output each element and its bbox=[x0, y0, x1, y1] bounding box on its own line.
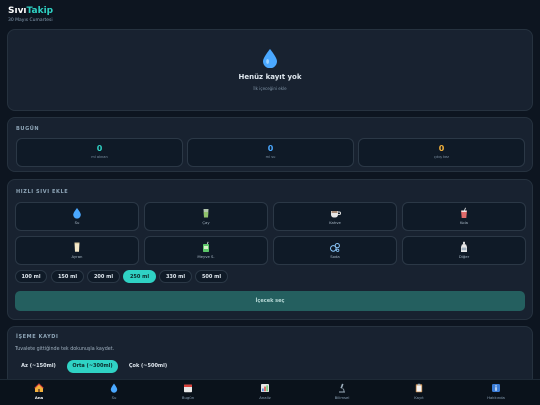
chart-icon bbox=[261, 384, 269, 392]
water-drop-icon bbox=[110, 383, 118, 393]
urination-log-card: İŞEME KAYDI bbox=[7, 326, 533, 386]
bubbles-icon bbox=[330, 243, 340, 252]
stat-water-value: 0 bbox=[267, 144, 274, 153]
nav-item-about[interactable]: Hakkında bbox=[463, 383, 529, 400]
stat-intake-label: ml alınan bbox=[91, 155, 108, 159]
bottom-nav: Ana Su Bugün Analiz Bilimsel Kayıt Hakkı… bbox=[0, 379, 540, 405]
stat-water-label: ml su bbox=[265, 155, 276, 159]
empty-state-subtitle: İlk içeceğini ekle bbox=[253, 86, 287, 91]
size-chip-200[interactable]: 200 ml bbox=[87, 270, 120, 283]
water-drop-icon bbox=[73, 208, 81, 219]
drink-water[interactable]: Su bbox=[15, 202, 139, 231]
drink-label: Ayran bbox=[71, 254, 83, 259]
size-chip-330[interactable]: 330 ml bbox=[159, 270, 192, 283]
nav-label: Ana bbox=[34, 395, 44, 400]
nav-item-science[interactable]: Bilimsel bbox=[309, 383, 375, 400]
water-drop-icon bbox=[263, 49, 277, 68]
stat-output-label: çıkış kez bbox=[433, 155, 450, 159]
empty-state-title: Henüz kayıt yok bbox=[238, 73, 302, 81]
nav-label: Bugün bbox=[181, 395, 195, 400]
drink-label: Diğer bbox=[458, 254, 470, 259]
today-card: BUGÜN 0 ml alınan 0 ml su 0 çıkış kez bbox=[7, 117, 533, 172]
size-chip-250[interactable]: 250 ml bbox=[123, 270, 156, 283]
drink-other[interactable]: Diğer bbox=[402, 236, 526, 265]
nav-label: Kayıt bbox=[414, 395, 424, 400]
drink-juice[interactable]: Meyve S. bbox=[144, 236, 268, 265]
drink-label: Kahve bbox=[329, 220, 341, 225]
drink-label: Su bbox=[74, 220, 80, 225]
nav-label: Bilimsel bbox=[334, 395, 350, 400]
milk-glass-icon bbox=[74, 242, 80, 252]
nav-item-home[interactable]: Ana bbox=[6, 383, 72, 400]
calendar-icon bbox=[184, 384, 192, 393]
size-chip-150[interactable]: 150 ml bbox=[51, 270, 84, 283]
tea-glass-icon bbox=[203, 209, 209, 218]
select-drink-button[interactable]: İçecek seç bbox=[15, 291, 525, 311]
stat-water: 0 ml su bbox=[187, 138, 354, 167]
clipboard-icon bbox=[415, 383, 423, 393]
drink-cola[interactable]: Kola bbox=[402, 202, 526, 231]
info-icon bbox=[492, 384, 500, 392]
nav-label: Analiz bbox=[259, 395, 271, 400]
nav-label: Hakkında bbox=[487, 395, 505, 400]
app-title: SıvıTakip bbox=[8, 6, 54, 16]
cup-straw-icon bbox=[461, 207, 467, 218]
size-chip-500[interactable]: 500 ml bbox=[195, 270, 228, 283]
log-option-medium[interactable]: Orta (~300ml) bbox=[67, 360, 118, 373]
nav-item-log[interactable]: Kayıt bbox=[386, 383, 452, 400]
urination-log-hint: Tuvalete gittiğinde tek dokunuşla kaydet… bbox=[15, 347, 115, 352]
drink-label: Meyve S. bbox=[197, 254, 215, 259]
current-date: 30 Mayıs Cumartesi bbox=[8, 18, 53, 23]
nav-label: Su bbox=[111, 395, 117, 400]
drink-soda[interactable]: Soda bbox=[273, 236, 397, 265]
app-header: SıvıTakip 30 Mayıs Cumartesi bbox=[8, 6, 53, 23]
urination-log-title: İŞEME KAYDI bbox=[16, 334, 59, 340]
nav-item-analysis[interactable]: Analiz bbox=[232, 383, 298, 400]
stat-intake: 0 ml alınan bbox=[16, 138, 183, 167]
size-chip-100[interactable]: 100 ml bbox=[15, 270, 47, 283]
drink-label: Soda bbox=[330, 254, 340, 259]
home-icon bbox=[34, 383, 44, 392]
microscope-icon bbox=[339, 383, 345, 393]
drink-label: Çay bbox=[202, 220, 210, 225]
stat-intake-value: 0 bbox=[96, 144, 103, 153]
quick-add-title: HIZLI SIVI EKLE bbox=[16, 189, 69, 195]
juice-box-icon bbox=[203, 241, 209, 252]
drink-ayran[interactable]: Ayran bbox=[15, 236, 139, 265]
stat-output: 0 çıkış kez bbox=[358, 138, 525, 167]
coffee-cup-icon bbox=[331, 211, 341, 218]
nav-item-water[interactable]: Su bbox=[81, 383, 147, 400]
drink-coffee[interactable]: Kahve bbox=[273, 202, 397, 231]
stat-output-value: 0 bbox=[438, 144, 445, 153]
log-option-large[interactable]: Çok (~500ml) bbox=[124, 360, 172, 373]
drink-tea[interactable]: Çay bbox=[144, 202, 268, 231]
bottle-icon bbox=[461, 241, 467, 252]
nav-item-today[interactable]: Bugün bbox=[155, 383, 221, 400]
drink-label: Kola bbox=[459, 220, 468, 225]
hero-card: Henüz kayıt yok İlk içeceğini ekle bbox=[7, 29, 533, 111]
today-title: BUGÜN bbox=[16, 126, 40, 132]
log-option-small[interactable]: Az (~150ml) bbox=[15, 360, 62, 373]
